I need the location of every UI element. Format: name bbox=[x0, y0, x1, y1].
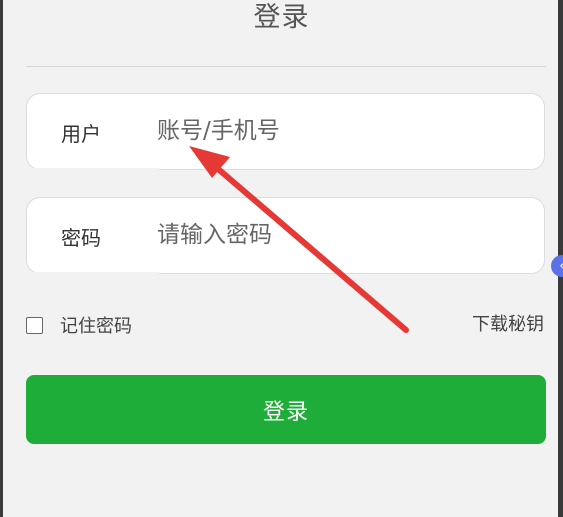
window-edge-left bbox=[0, 0, 3, 517]
password-input[interactable] bbox=[157, 216, 517, 254]
remember-checkbox[interactable] bbox=[26, 316, 43, 334]
login-screen: 登录 用户 密码 记住密码 下载秘钥 登录 ‹ bbox=[0, 0, 563, 517]
field-underline bbox=[27, 168, 159, 170]
remember-label: 记住密码 bbox=[60, 316, 132, 337]
username-label: 用户 bbox=[61, 122, 101, 146]
title-divider bbox=[26, 66, 546, 67]
password-label: 密码 bbox=[61, 226, 101, 250]
chevron-left-icon[interactable]: ‹ bbox=[551, 255, 563, 277]
download-key-link[interactable]: 下载秘钥 bbox=[472, 313, 544, 337]
login-button[interactable]: 登录 bbox=[26, 375, 546, 444]
remember-password[interactable]: 记住密码 bbox=[26, 313, 132, 337]
page-title: 登录 bbox=[253, 2, 310, 33]
password-field[interactable]: 密码 bbox=[26, 197, 545, 274]
field-underline bbox=[27, 272, 159, 274]
username-input[interactable] bbox=[157, 112, 517, 150]
username-field[interactable]: 用户 bbox=[26, 93, 545, 170]
